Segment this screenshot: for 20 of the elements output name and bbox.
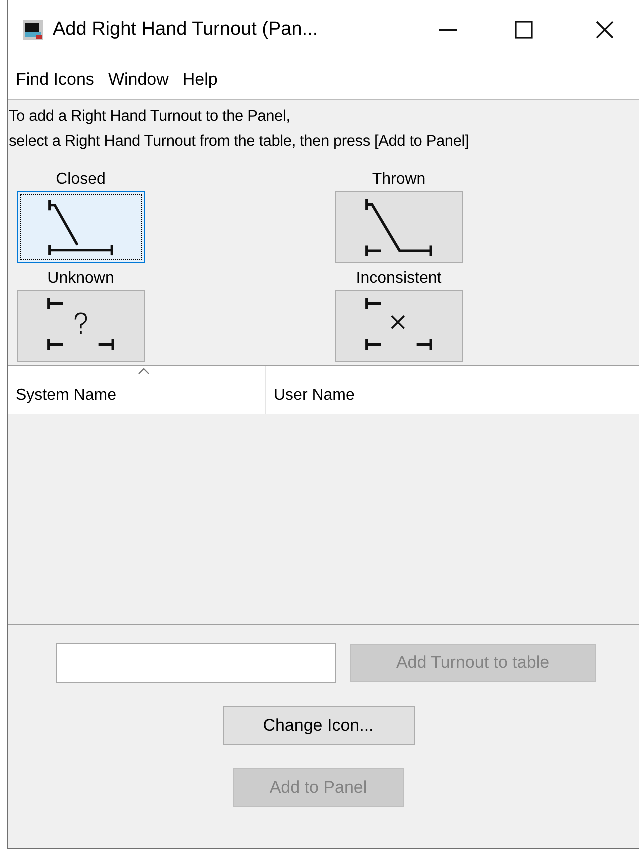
instruction-text: To add a Right Hand Turnout to the Panel, — [9, 107, 292, 127]
menu-item[interactable]: Help — [182, 66, 218, 92]
window-title: Add Right Hand Turnout (Pan... — [53, 18, 318, 42]
turnout-icon-button[interactable] — [335, 290, 463, 362]
icon-label: Unknown — [48, 269, 114, 289]
icon-label: Thrown — [372, 170, 426, 190]
close-icon[interactable] — [596, 21, 614, 39]
input-field[interactable] — [56, 643, 336, 683]
column-header[interactable]: User Name — [266, 366, 639, 414]
menu-item[interactable]: Window — [108, 66, 169, 92]
maximize-icon[interactable] — [515, 21, 533, 39]
app-icon — [23, 20, 43, 40]
icon-label: Closed — [56, 170, 106, 190]
action-button[interactable]: Change Icon... — [222, 706, 414, 745]
turnout-icon-button[interactable] — [17, 290, 145, 362]
turnout-icon-button[interactable] — [335, 191, 463, 263]
menu-item[interactable]: Find Icons — [16, 66, 94, 92]
turnout-icon-button[interactable] — [17, 191, 145, 263]
instruction-text: select a Right Hand Turnout from the table, then press [Add to Panel] — [9, 132, 470, 152]
icon-label: Inconsistent — [356, 269, 442, 289]
